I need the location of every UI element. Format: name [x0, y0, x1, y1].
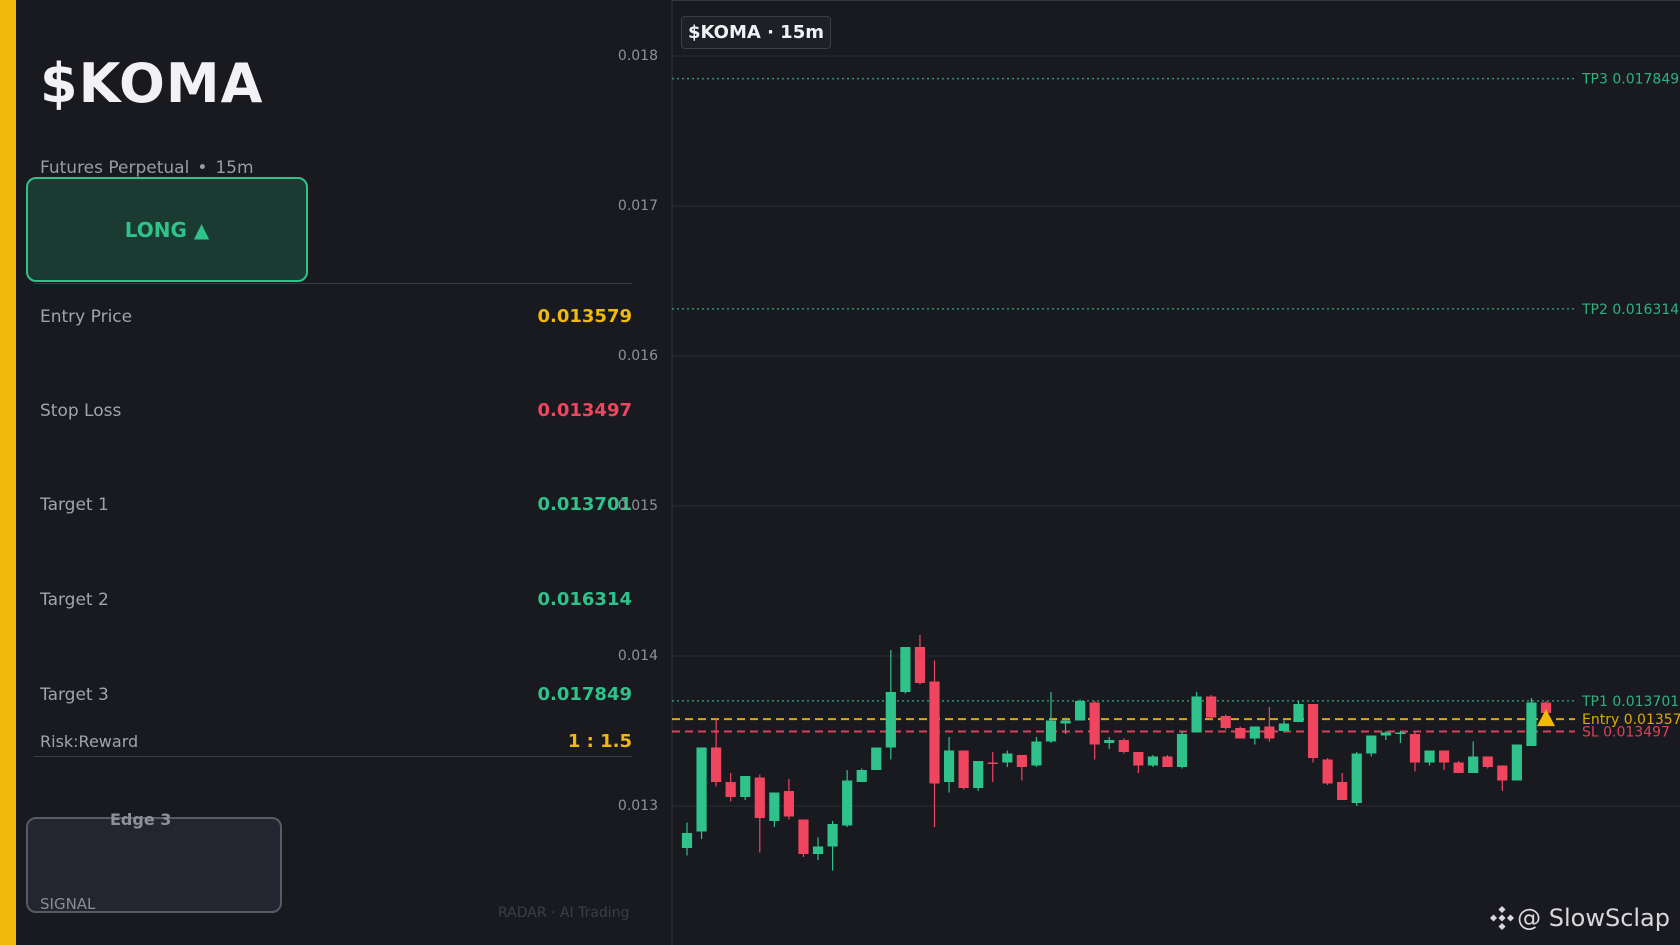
- candle-body: [1264, 726, 1275, 739]
- candle-body: [725, 782, 736, 797]
- candle-body: [1162, 756, 1173, 767]
- candle-body: [711, 747, 722, 782]
- y-tick-label: 0.018: [618, 48, 658, 64]
- candle-body: [1235, 728, 1246, 739]
- candle-body: [1249, 726, 1260, 739]
- y-tick-label: 0.016: [618, 348, 658, 364]
- candle-body: [1366, 735, 1377, 754]
- candle-body: [1075, 701, 1086, 721]
- candle-body: [958, 750, 969, 788]
- candle-body: [1395, 732, 1406, 734]
- y-tick-label: 0.015: [618, 498, 658, 514]
- candle-body: [812, 846, 824, 854]
- watermark: @ SlowSclap: [1489, 904, 1670, 932]
- watermark-text: @ SlowSclap: [1517, 904, 1670, 932]
- candle-body: [1337, 782, 1348, 800]
- candle-body: [783, 791, 795, 817]
- candle-body: [740, 776, 751, 797]
- candle-body: [1191, 696, 1202, 733]
- candle-body: [1497, 765, 1508, 781]
- candle-body: [1351, 753, 1362, 803]
- candle-body: [1526, 702, 1537, 746]
- candle-body: [1016, 755, 1027, 767]
- candle-body: [1118, 740, 1129, 752]
- candle-body: [1206, 696, 1217, 718]
- candle-body: [1060, 720, 1071, 724]
- chart-title: $KOMA · 15m: [681, 16, 831, 49]
- candle-body: [827, 824, 838, 847]
- candle-body: [871, 747, 882, 770]
- candle-body: [1438, 750, 1450, 763]
- price-chart: 0.018 0.017 0.016 0.015 0.014 0.013 TP3 0.0178…: [618, 0, 1680, 945]
- candle-body: [1409, 734, 1421, 763]
- candle-body: [987, 762, 998, 764]
- level-label: TP2 0.016314: [1581, 302, 1679, 318]
- candle-body: [1002, 753, 1013, 763]
- candle-body: [1278, 723, 1290, 731]
- candle-body: [973, 761, 984, 788]
- candle-body: [1031, 741, 1042, 766]
- level-label: TP3 0.017849: [1581, 72, 1679, 88]
- candle-body: [696, 747, 707, 832]
- candle-body: [1482, 756, 1493, 767]
- candle-body: [1424, 750, 1435, 763]
- candle-body: [1089, 702, 1100, 745]
- candle-body: [943, 750, 955, 782]
- plot-area: [672, 0, 1680, 945]
- candle-body: [1147, 756, 1158, 766]
- candle-body: [1380, 732, 1391, 736]
- candle-body: [1176, 734, 1188, 767]
- y-tick-label: 0.017: [618, 198, 658, 214]
- candle-body: [929, 681, 940, 784]
- y-tick-label: 0.014: [618, 648, 658, 664]
- candle-body: [900, 647, 911, 692]
- level-label: SL 0.013497: [1582, 724, 1670, 740]
- candle-body: [1045, 720, 1057, 742]
- y-tick-label: 0.013: [618, 798, 658, 814]
- candle-body: [1220, 716, 1231, 728]
- level-label: TP1 0.013701: [1581, 694, 1679, 710]
- candle-body: [1104, 740, 1115, 743]
- candle-body: [769, 792, 780, 821]
- candle-body: [1468, 756, 1479, 773]
- candle-body: [1307, 704, 1319, 758]
- candle-body: [885, 692, 896, 748]
- candle-body: [842, 780, 853, 826]
- candle-body: [1293, 704, 1304, 722]
- candle-body: [1511, 744, 1522, 781]
- candle-body: [754, 777, 765, 818]
- binance-logo-icon: [1490, 905, 1515, 931]
- candle-body: [1322, 759, 1333, 784]
- candle-body: [914, 647, 926, 683]
- candle-body: [1133, 752, 1144, 766]
- candle-body: [681, 833, 693, 848]
- candle-body: [798, 819, 809, 854]
- candle-body: [1453, 762, 1464, 773]
- candle-body: [856, 770, 867, 782]
